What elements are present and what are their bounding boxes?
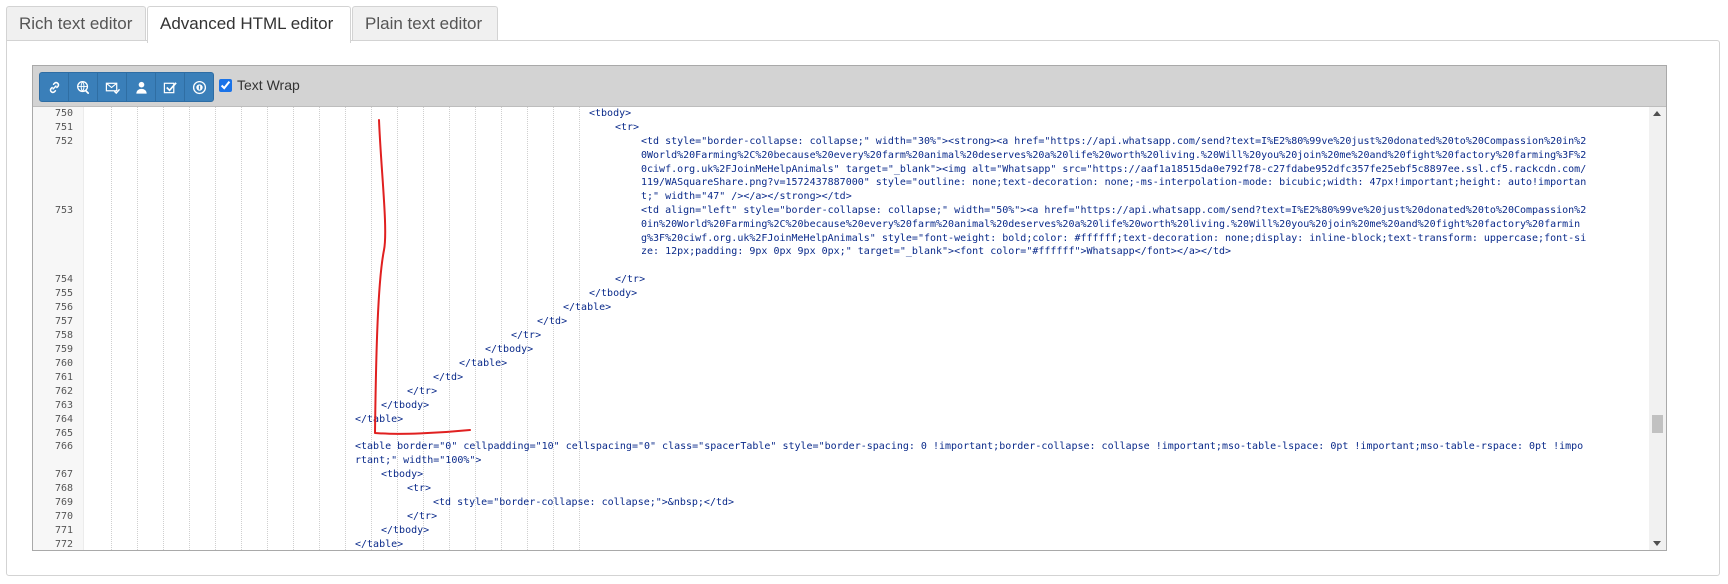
indent-guide [397,107,398,550]
indent-guide [189,107,190,550]
code-text: </tbody> [589,288,638,299]
line-number: 764 [54,414,73,425]
tab-advanced-html-editor[interactable]: Advanced HTML editor [147,6,351,43]
indent-guide [137,107,138,550]
info-circle-icon [192,80,206,94]
line-number: 766 [54,441,73,452]
code-text: </tr> [407,386,438,397]
code-text: </tr> [511,330,542,341]
toolbar-button-group [39,72,214,102]
link-icon [49,81,59,93]
scroll-up-arrow-icon[interactable] [1653,111,1661,116]
line-number: 754 [54,274,73,285]
line-number: 753 [54,205,73,216]
line-number: 750 [54,108,73,119]
code-area[interactable]: 750 <tbody> 751 <tr> 752 <td style="border-co… [33,107,1666,550]
line-number: 762 [54,386,73,397]
indent-guide [371,107,372,550]
user-icon [135,81,147,94]
line-number: 756 [54,302,73,313]
indent-guide [215,107,216,550]
indent-guide [163,107,164,550]
line-number: 770 [54,511,73,522]
code-text: </table> [563,302,612,313]
code-text: </td> [433,372,464,383]
code-text: </tr> [407,511,438,522]
tab-rich-text-editor[interactable]: Rich text editor [6,6,146,40]
code-text: <td style="border-collapse: collapse;">&… [433,497,735,508]
code-text: <tbody> [381,469,424,480]
info-button[interactable] [185,73,213,101]
line-number: 767 [54,469,73,480]
editor-toolbar: Text Wrap [33,66,1666,107]
text-wrap-option[interactable]: Text Wrap [219,77,300,93]
html-code-editor: Text Wrap 750 <tbody> 751 <tr> 752 <td style=… [32,65,1667,551]
line-number: 760 [54,358,73,369]
text-wrap-label: Text Wrap [237,77,300,93]
code-text: <table border="0" cellpadding="10" cells… [355,441,1584,466]
line-number: 768 [54,483,73,494]
indent-guide [267,107,268,550]
code-text: <tr> [615,122,640,133]
indent-guide [111,107,112,550]
email-check-icon [105,82,120,94]
insert-link-button[interactable] [40,73,69,101]
code-text: </tr> [615,274,646,285]
line-number: 772 [54,539,73,550]
insert-web-link-button[interactable] [69,73,98,101]
code-text: </td> [537,316,568,327]
tab-plain-text-editor[interactable]: Plain text editor [352,6,498,40]
insert-email-button[interactable] [98,73,127,101]
line-number: 769 [54,497,73,508]
text-wrap-checkbox[interactable] [219,78,232,92]
scroll-down-arrow-icon[interactable] [1653,541,1661,546]
code-text: <tr> [407,483,432,494]
code-text: <td style="border-collapse: collapse;" w… [641,136,1587,203]
indent-guide [293,107,294,550]
line-number: 751 [54,122,73,133]
code-text: </tbody> [381,400,430,411]
line-number: 759 [54,344,73,355]
line-number: 765 [54,428,73,439]
line-number: 771 [54,525,73,536]
validate-button[interactable] [156,73,185,101]
indent-guide [241,107,242,550]
line-number: 761 [54,372,73,383]
code-text: </tbody> [381,525,430,536]
line-number: 755 [54,288,73,299]
line-number: 757 [54,316,73,327]
code-text: </table> [459,358,508,369]
code-text: </table> [355,539,404,550]
code-text: <tbody> [589,108,632,119]
indent-guide [345,107,346,550]
indent-guide [319,107,320,550]
code-text: </table> [355,414,404,425]
globe-link-icon [76,80,89,94]
vertical-scrollbar[interactable] [1649,107,1666,550]
line-number: 752 [54,136,73,147]
line-number: 763 [54,400,73,411]
code-text: <td align="left" style="border-collapse:… [641,205,1587,258]
code-text: </tbody> [485,344,534,355]
insert-personalisation-button[interactable] [127,73,156,101]
scrollbar-thumb[interactable] [1652,415,1663,433]
line-number: 758 [54,330,73,341]
checkmark-icon [163,81,177,93]
